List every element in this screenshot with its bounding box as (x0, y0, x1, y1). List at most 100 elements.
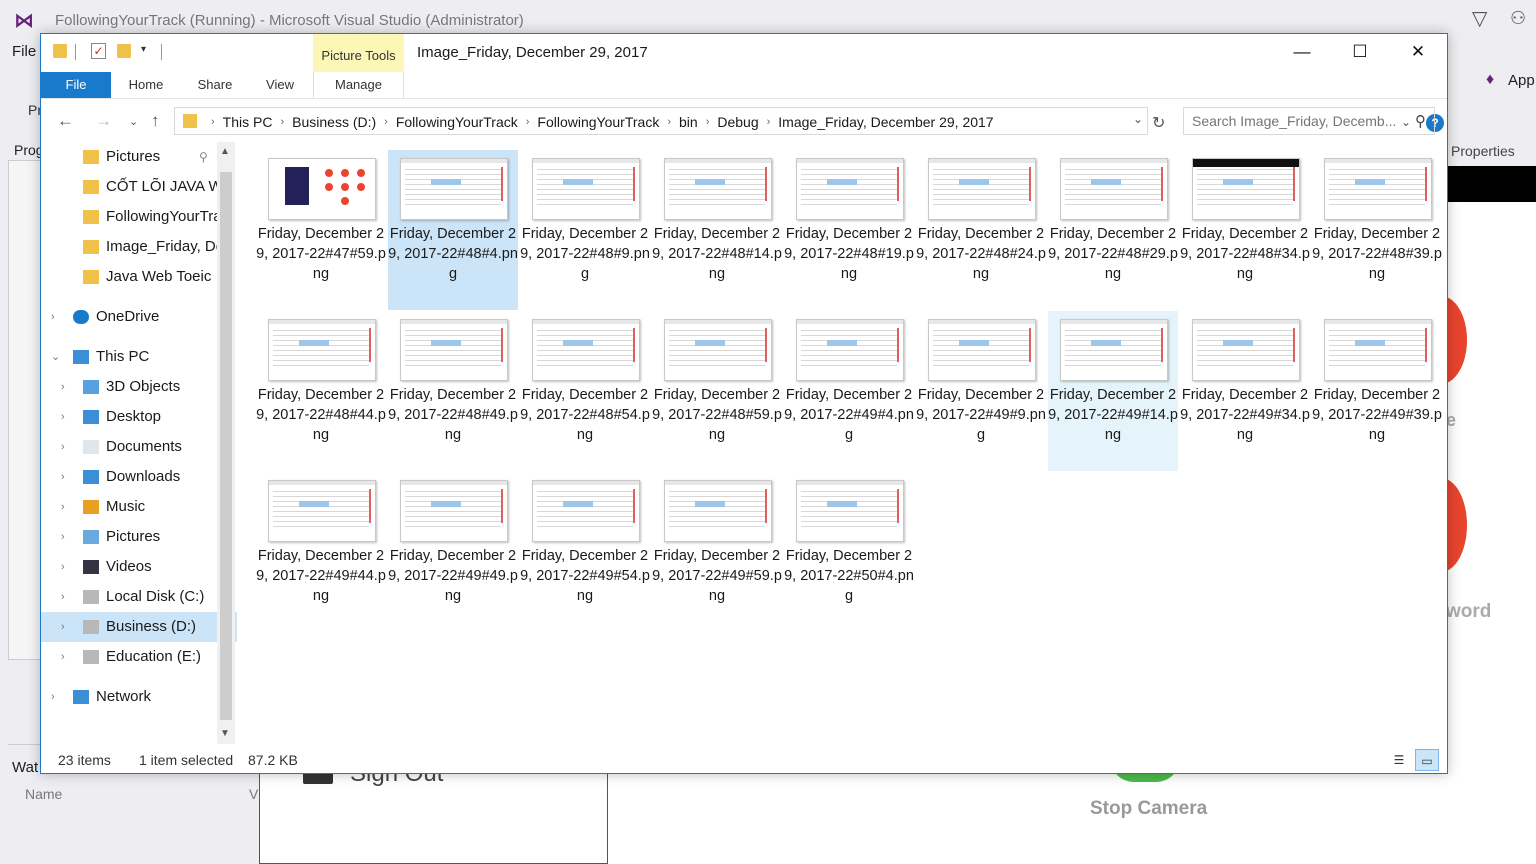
nav-item[interactable]: › Business (D:) (41, 612, 237, 642)
vs-menu-file[interactable]: File (12, 43, 36, 60)
address-bar[interactable]: › This PC › Business (D:) › FollowingYourTrac… (174, 107, 1148, 135)
breadcrumb-chevron-icon[interactable]: › (384, 112, 388, 132)
search-input[interactable] (1184, 108, 1410, 134)
tab-file[interactable]: File (41, 72, 111, 98)
minimize-button[interactable]: — (1273, 34, 1331, 70)
file-item[interactable]: Friday, December 29, 2017-22#48#54.png (520, 311, 650, 471)
scroll-up-icon[interactable]: ▲ (220, 146, 230, 157)
nav-item[interactable]: FollowingYourTra (41, 202, 237, 232)
file-item[interactable]: Friday, December 29, 2017-22#49#44.png (256, 472, 386, 632)
nav-item[interactable]: › Documents (41, 432, 237, 462)
vs-watch-tab[interactable]: Wat (12, 759, 38, 776)
nav-item[interactable]: › OneDrive (41, 302, 237, 332)
breadcrumb-item[interactable]: Debug (717, 112, 758, 132)
breadcrumb-item[interactable]: This PC (223, 112, 273, 132)
explorer-title-bar[interactable]: ✓ ▾ Picture Tools Image_Friday, December… (41, 34, 1447, 72)
tab-share[interactable]: Share (189, 72, 241, 98)
chevron-down-icon[interactable]: ⌄ (51, 342, 60, 372)
new-folder-icon[interactable] (117, 44, 131, 58)
stop-camera-button[interactable]: Stop Camera (1090, 798, 1207, 820)
account-icon[interactable]: ⚇ (1510, 8, 1526, 29)
file-item[interactable]: Friday, December 29, 2017-22#48#24.png (916, 150, 1046, 310)
scroll-thumb[interactable] (220, 172, 232, 720)
scroll-down-icon[interactable]: ▼ (220, 728, 230, 739)
file-item[interactable]: Friday, December 29, 2017-22#48#49.png (388, 311, 518, 471)
recent-locations-icon[interactable]: ⌄ (129, 115, 138, 128)
file-item[interactable]: Friday, December 29, 2017-22#49#34.png (1180, 311, 1310, 471)
file-item[interactable]: Friday, December 29, 2017-22#48#4.png (388, 150, 518, 310)
file-item[interactable]: Friday, December 29, 2017-22#49#39.png (1312, 311, 1442, 471)
nav-item[interactable]: › Desktop (41, 402, 237, 432)
file-item[interactable]: Friday, December 29, 2017-22#48#44.png (256, 311, 386, 471)
breadcrumb-chevron-icon[interactable]: › (280, 112, 284, 132)
file-item[interactable]: Friday, December 29, 2017-22#48#9.png (520, 150, 650, 310)
chevron-right-icon[interactable]: › (51, 682, 55, 712)
nav-item[interactable]: Java Web Toeic (41, 262, 237, 292)
search-icon[interactable]: ⚲ (1415, 112, 1426, 130)
file-item[interactable]: Friday, December 29, 2017-22#49#54.png (520, 472, 650, 632)
breadcrumb-item[interactable]: bin (679, 112, 698, 132)
nav-item[interactable]: › Music (41, 492, 237, 522)
file-item[interactable]: Friday, December 29, 2017-22#50#4.png (784, 472, 914, 632)
address-dropdown-icon[interactable]: ⌄ (1133, 112, 1143, 126)
file-item[interactable]: Friday, December 29, 2017-22#48#34.png (1180, 150, 1310, 310)
chevron-right-icon[interactable]: › (61, 582, 65, 612)
tab-view[interactable]: View (255, 72, 305, 98)
nav-scrollbar[interactable]: ▲ ▼ (217, 142, 235, 744)
properties-check-icon[interactable]: ✓ (91, 43, 106, 59)
breadcrumb-item[interactable]: Image_Friday, December 29, 2017 (778, 112, 993, 132)
nav-item[interactable]: Image_Friday, De (41, 232, 237, 262)
file-item[interactable]: Friday, December 29, 2017-22#48#14.png (652, 150, 782, 310)
file-item[interactable]: Friday, December 29, 2017-22#47#59.png (256, 150, 386, 310)
chevron-right-icon[interactable]: › (61, 552, 65, 582)
up-arrow-icon[interactable]: ↑ (151, 111, 160, 131)
nav-item[interactable]: › 3D Objects (41, 372, 237, 402)
file-item[interactable]: Friday, December 29, 2017-22#49#4.png (784, 311, 914, 471)
chevron-right-icon[interactable]: › (61, 372, 65, 402)
chevron-right-icon[interactable]: › (51, 302, 55, 332)
vs-properties-tab[interactable]: Properties (1451, 143, 1515, 159)
chevron-right-icon[interactable]: › (61, 522, 65, 552)
tab-manage[interactable]: Manage (313, 72, 404, 98)
breadcrumb-chevron-icon[interactable]: › (667, 112, 671, 132)
file-item[interactable]: Friday, December 29, 2017-22#48#29.png (1048, 150, 1178, 310)
filter-icon[interactable]: ▽ (1472, 6, 1487, 31)
pin-icon[interactable]: ⚲ (199, 142, 208, 172)
customize-qat-icon[interactable]: ▾ (141, 44, 146, 55)
tab-home[interactable]: Home (119, 72, 173, 98)
breadcrumb-chevron-icon[interactable]: › (706, 112, 710, 132)
nav-item[interactable]: › Education (E:) (41, 642, 237, 672)
file-item[interactable]: Friday, December 29, 2017-22#49#14.png (1048, 311, 1178, 471)
close-button[interactable]: ✕ (1389, 34, 1447, 70)
nav-item[interactable]: › Local Disk (C:) (41, 582, 237, 612)
chevron-right-icon[interactable]: › (61, 612, 65, 642)
refresh-icon[interactable]: ↻ (1152, 113, 1165, 133)
nav-item[interactable]: CỐT LÕI JAVA W (41, 172, 237, 202)
nav-item[interactable]: › Videos (41, 552, 237, 582)
chevron-right-icon[interactable]: › (61, 432, 65, 462)
file-item[interactable]: Friday, December 29, 2017-22#49#49.png (388, 472, 518, 632)
details-view-icon[interactable]: ☰ (1387, 749, 1411, 771)
forward-arrow-icon[interactable]: → (95, 111, 112, 131)
nav-item[interactable]: Pictures ⚲ (41, 142, 237, 172)
nav-item[interactable]: › Downloads (41, 462, 237, 492)
breadcrumb-item[interactable]: FollowingYourTrack (396, 112, 518, 132)
file-item[interactable]: Friday, December 29, 2017-22#48#39.png (1312, 150, 1442, 310)
breadcrumb-chevron-icon[interactable]: › (211, 112, 215, 132)
nav-item[interactable]: ⌄ This PC (41, 342, 237, 372)
chevron-right-icon[interactable]: › (61, 402, 65, 432)
maximize-button[interactable]: ☐ (1331, 34, 1389, 70)
chevron-right-icon[interactable]: › (61, 462, 65, 492)
file-item[interactable]: Friday, December 29, 2017-22#49#59.png (652, 472, 782, 632)
file-item[interactable]: Friday, December 29, 2017-22#48#19.png (784, 150, 914, 310)
chevron-right-icon[interactable]: › (61, 492, 65, 522)
breadcrumb-item[interactable]: FollowingYourTrack (537, 112, 659, 132)
file-item[interactable]: Friday, December 29, 2017-22#48#59.png (652, 311, 782, 471)
breadcrumb-chevron-icon[interactable]: › (526, 112, 530, 132)
back-arrow-icon[interactable]: ← (57, 111, 74, 131)
nav-item[interactable]: › Network (41, 682, 237, 712)
breadcrumb-item[interactable]: Business (D:) (292, 112, 376, 132)
file-item[interactable]: Friday, December 29, 2017-22#49#9.png (916, 311, 1046, 471)
nav-item[interactable]: › Pictures (41, 522, 237, 552)
chevron-right-icon[interactable]: › (61, 642, 65, 672)
